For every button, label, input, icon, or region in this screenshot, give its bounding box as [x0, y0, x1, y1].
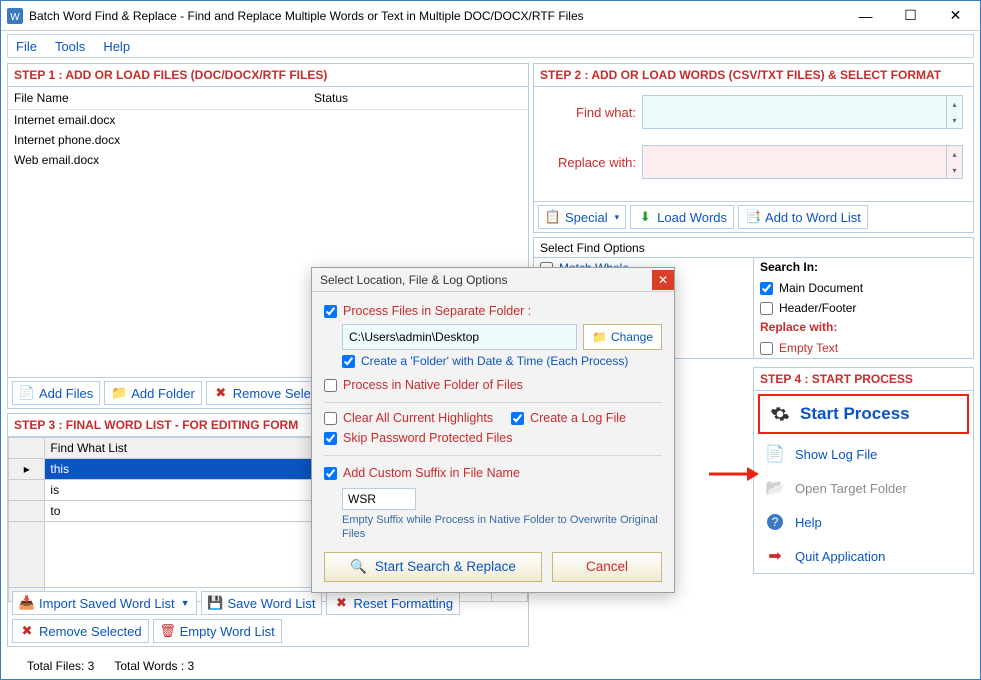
- special-icon: 📋: [545, 209, 561, 225]
- app-icon: W: [7, 8, 23, 24]
- add-custom-suffix-checkbox[interactable]: Add Custom Suffix in File Name: [324, 462, 662, 484]
- add-files-icon: 📄: [19, 385, 35, 401]
- header-footer-checkbox[interactable]: Header/Footer: [760, 298, 967, 318]
- folder-path-input[interactable]: [342, 324, 577, 350]
- close-button[interactable]: ✕: [933, 2, 978, 30]
- spin-up-icon[interactable]: ▴: [946, 96, 962, 112]
- add-files-button[interactable]: 📄Add Files: [12, 381, 100, 405]
- replace-with-head: Replace with:: [760, 320, 967, 334]
- search-in-label: Search In:: [760, 260, 967, 274]
- dialog-close-button[interactable]: ✕: [652, 270, 674, 290]
- gear-icon: [770, 404, 790, 424]
- add-folder-icon: 📁: [111, 385, 127, 401]
- folder-icon: 📂: [765, 478, 785, 498]
- reset-formatting-button[interactable]: ✖Reset Formatting: [326, 591, 460, 615]
- create-log-file-checkbox[interactable]: Create a Log File: [511, 409, 626, 427]
- add-folder-button[interactable]: 📁Add Folder: [104, 381, 202, 405]
- spin-down-icon[interactable]: ▾: [946, 162, 962, 178]
- log-icon: 📄: [765, 444, 785, 464]
- create-folder-datetime-label: Create a 'Folder' with Date & Time (Each…: [361, 354, 628, 368]
- menu-file[interactable]: File: [16, 39, 37, 54]
- start-process-button[interactable]: Start Process: [758, 394, 969, 434]
- col-status[interactable]: Status: [308, 87, 528, 110]
- menu-help[interactable]: Help: [103, 39, 130, 54]
- remove-icon: ✖: [213, 385, 229, 401]
- replace-with-label: Replace with:: [544, 155, 636, 170]
- remove-selected-button[interactable]: ✖Remove Selec: [206, 381, 325, 405]
- menu-tools[interactable]: Tools: [55, 39, 85, 54]
- process-separate-folder-checkbox[interactable]: Process Files in Separate Folder :: [324, 300, 662, 322]
- quit-application-button[interactable]: ➡Quit Application: [754, 539, 973, 573]
- suffix-note: Empty Suffix while Process in Native Fol…: [342, 513, 662, 542]
- start-search-replace-button[interactable]: 🔍Start Search & Replace: [324, 552, 542, 582]
- options-dialog: Select Location, File & Log Options ✕ Pr…: [311, 267, 675, 593]
- maximize-button[interactable]: ☐: [888, 2, 933, 30]
- process-native-folder-checkbox[interactable]: Process in Native Folder of Files: [324, 374, 662, 396]
- step4-title: STEP 4 : START PROCESS: [754, 368, 973, 391]
- clear-highlights-checkbox[interactable]: Clear All Current Highlights: [324, 409, 493, 427]
- empty-word-list-button[interactable]: 🗑Empty Word List: [153, 619, 282, 643]
- add-to-word-list-button[interactable]: 📑Add to Word List: [738, 205, 868, 229]
- skip-password-files-checkbox[interactable]: Skip Password Protected Files: [324, 427, 662, 449]
- add-list-icon: 📑: [745, 209, 761, 225]
- find-what-input[interactable]: ▴▾: [642, 95, 963, 129]
- load-icon: ⬇: [637, 209, 653, 225]
- step4-panel: STEP 4 : START PROCESS Start Process 📄Sh…: [753, 367, 974, 574]
- step2-panel: STEP 2 : ADD OR LOAD WORDS (CSV/TXT FILE…: [533, 63, 974, 233]
- help-icon: ?: [765, 512, 785, 532]
- change-folder-button[interactable]: 📁Change: [583, 324, 662, 350]
- search-icon: 🔍: [350, 559, 367, 575]
- titlebar: W Batch Word Find & Replace - Find and R…: [1, 1, 980, 31]
- file-row[interactable]: Web email.docx: [8, 150, 528, 170]
- step2-title: STEP 2 : ADD OR LOAD WORDS (CSV/TXT FILE…: [534, 64, 973, 87]
- row-header-corner: [9, 438, 45, 459]
- arrow-annotation: [709, 464, 759, 484]
- dialog-titlebar: Select Location, File & Log Options ✕: [312, 268, 674, 292]
- remove-icon: ✖: [19, 623, 35, 639]
- load-words-button[interactable]: ⬇Load Words: [630, 205, 734, 229]
- quit-icon: ➡: [765, 546, 785, 566]
- suffix-input[interactable]: [342, 488, 416, 510]
- col-filename[interactable]: File Name: [8, 87, 308, 110]
- save-word-list-button[interactable]: 💾Save Word List: [201, 591, 323, 615]
- total-words-label: Total Words : 3: [114, 659, 194, 673]
- open-target-folder-button[interactable]: 📂Open Target Folder: [754, 471, 973, 505]
- file-row[interactable]: Internet phone.docx: [8, 130, 528, 150]
- spin-down-icon[interactable]: ▾: [946, 112, 962, 128]
- spin-up-icon[interactable]: ▴: [946, 146, 962, 162]
- import-word-list-button[interactable]: 📥Import Saved Word List▼: [12, 591, 197, 615]
- save-icon: 💾: [208, 595, 224, 611]
- import-icon: 📥: [19, 595, 35, 611]
- dropdown-arrow-icon: ▼: [181, 598, 190, 608]
- row-indicator: ▸: [9, 459, 45, 480]
- show-log-file-button[interactable]: 📄Show Log File: [754, 437, 973, 471]
- find-what-label: Find what:: [544, 105, 636, 120]
- total-files-label: Total Files: 3: [27, 659, 94, 673]
- empty-text-checkbox[interactable]: Empty Text: [760, 338, 967, 358]
- dropdown-arrow-icon: ▾: [615, 212, 620, 223]
- special-button[interactable]: 📋Special▾: [538, 205, 626, 229]
- reset-icon: ✖: [333, 595, 349, 611]
- cancel-button[interactable]: Cancel: [552, 552, 662, 582]
- folder-icon: 📁: [592, 330, 607, 344]
- replace-with-input[interactable]: ▴▾: [642, 145, 963, 179]
- dialog-title: Select Location, File & Log Options: [320, 273, 507, 287]
- select-find-options-label: Select Find Options: [534, 240, 973, 258]
- step1-title: STEP 1 : ADD OR LOAD FILES (DOC/DOCX/RTF…: [8, 64, 528, 87]
- svg-text:?: ?: [772, 515, 779, 529]
- help-button[interactable]: ?Help: [754, 505, 973, 539]
- statusbar: Total Files: 3 Total Words : 3: [7, 657, 214, 675]
- empty-icon: 🗑: [160, 623, 176, 639]
- minimize-button[interactable]: —: [843, 2, 888, 30]
- menubar: File Tools Help: [7, 34, 974, 58]
- create-folder-datetime-checkbox[interactable]: [342, 355, 355, 368]
- app-title: Batch Word Find & Replace - Find and Rep…: [29, 9, 843, 23]
- file-row[interactable]: Internet email.docx: [8, 110, 528, 131]
- svg-text:W: W: [10, 12, 20, 23]
- remove-selected-word-button[interactable]: ✖Remove Selected: [12, 619, 149, 643]
- main-document-checkbox[interactable]: Main Document: [760, 278, 967, 298]
